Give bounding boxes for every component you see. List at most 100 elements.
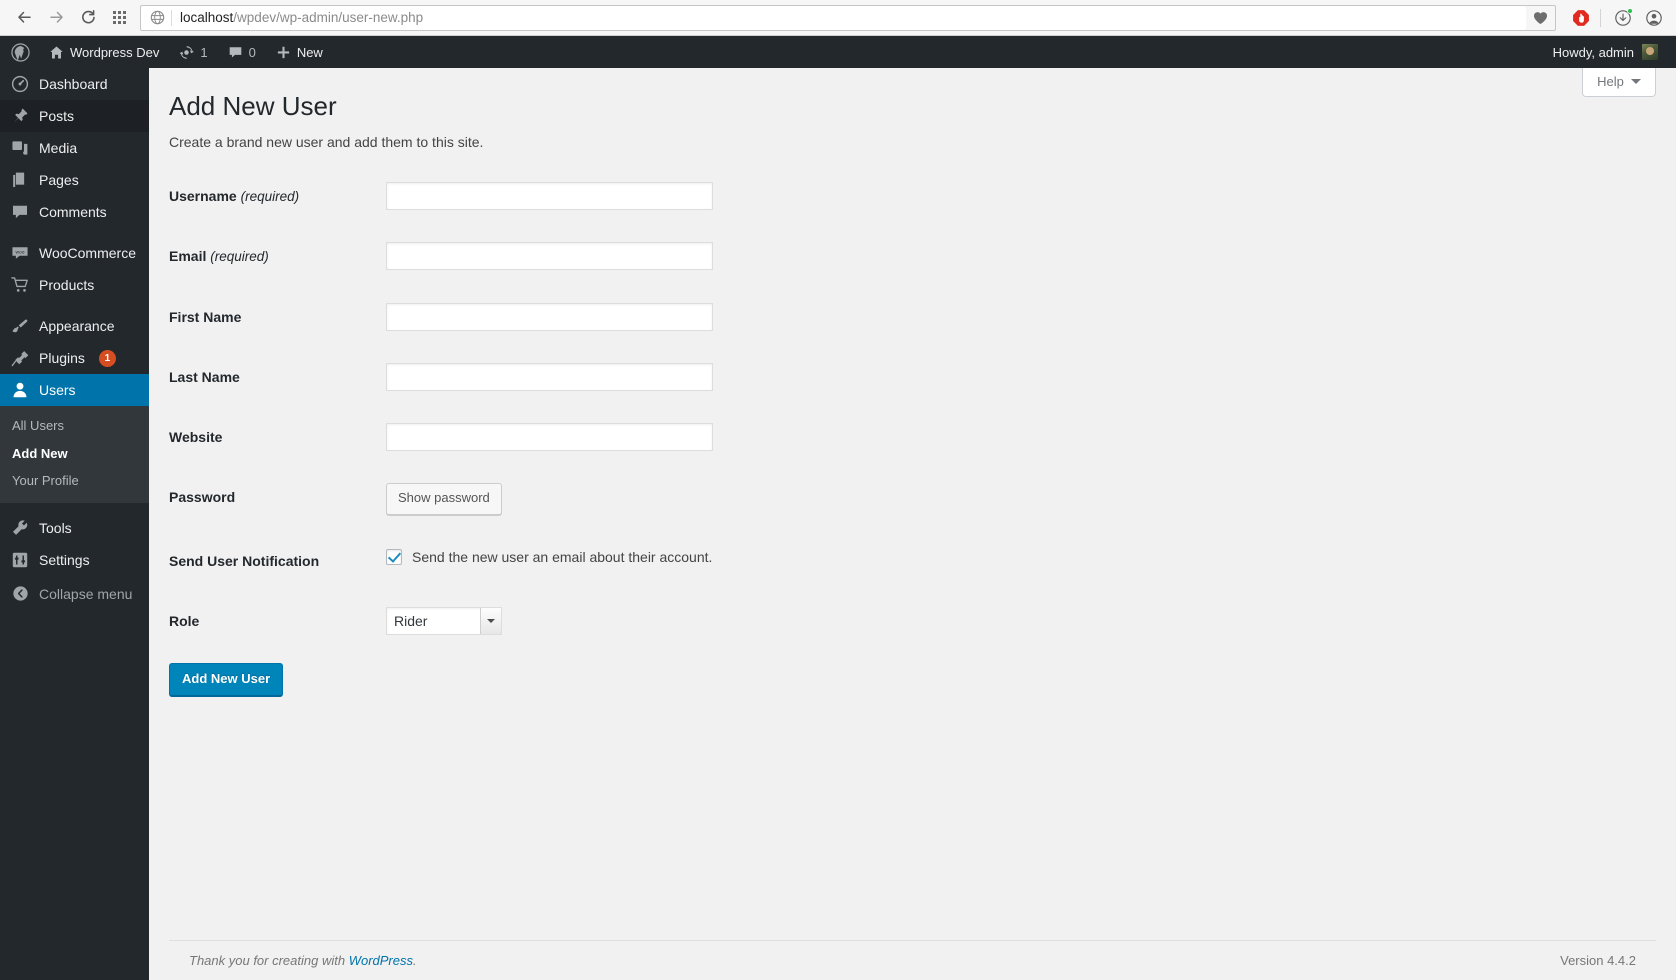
paintbrush-icon xyxy=(10,317,30,335)
collapse-menu-button[interactable]: Collapse menu xyxy=(0,578,149,610)
label-send-user-notification: Send User Notification xyxy=(169,531,376,591)
globe-icon xyxy=(147,8,167,28)
collapse-menu-label: Collapse menu xyxy=(39,585,133,602)
add-new-user-form: Username (required) Email (required) Fir… xyxy=(169,166,723,651)
wrench-icon xyxy=(10,519,30,537)
wordpress-link[interactable]: WordPress xyxy=(349,953,413,968)
footer-version: Version 4.4.2 xyxy=(1560,953,1636,968)
comments-menu[interactable]: 0 xyxy=(218,36,266,68)
sidebar-subitem-all-users[interactable]: All Users xyxy=(0,412,149,440)
form-row-website: Website xyxy=(169,407,723,467)
plus-icon xyxy=(277,46,289,58)
dashboard-icon xyxy=(10,75,30,93)
reload-button[interactable] xyxy=(72,4,104,32)
sidebar-item-comments[interactable]: Comments xyxy=(0,196,149,228)
label-website: Website xyxy=(169,407,376,467)
field-label: Last Name xyxy=(169,369,240,386)
sidebar-separator xyxy=(0,503,149,512)
sidebar-item-dashboard[interactable]: Dashboard xyxy=(0,68,149,100)
downloads-button[interactable] xyxy=(1609,4,1637,32)
chevron-down-icon xyxy=(480,607,501,634)
sidebar-subitem-add-new[interactable]: Add New xyxy=(0,440,149,468)
email-input[interactable] xyxy=(386,242,713,271)
comments-count: 0 xyxy=(248,44,256,60)
sidebar-item-users[interactable]: Users xyxy=(0,374,157,406)
sidebar-separator xyxy=(0,301,149,310)
field-note: (required) xyxy=(240,188,300,204)
adblock-button[interactable] xyxy=(1567,4,1595,32)
form-row-first-name: First Name xyxy=(169,287,723,347)
footer-thanks-prefix: Thank you for creating with xyxy=(189,953,349,968)
apps-grid-icon xyxy=(112,11,126,24)
users-submenu: All Users Add New Your Profile xyxy=(0,406,149,503)
admin-content: Help Add New User Create a brand new use… xyxy=(149,68,1676,980)
profile-button[interactable] xyxy=(1640,4,1668,32)
sidebar-item-appearance[interactable]: Appearance xyxy=(0,310,149,342)
field-label: First Name xyxy=(169,308,242,325)
label-role: Role xyxy=(169,591,376,651)
field-label: Username xyxy=(169,187,237,204)
help-tab-button[interactable]: Help xyxy=(1582,68,1656,97)
show-password-button[interactable]: Show password xyxy=(386,483,502,515)
howdy-label: Howdy, admin xyxy=(1552,44,1634,60)
sidebar-label: Comments xyxy=(39,204,107,220)
user-account-icon xyxy=(1646,9,1662,26)
form-row-email: Email (required) xyxy=(169,226,723,287)
sidebar-item-plugins[interactable]: Plugins 1 xyxy=(0,342,149,374)
sidebar-item-media[interactable]: Media xyxy=(0,132,149,164)
form-row-last-name: Last Name xyxy=(169,347,723,407)
admin-bar-right: Howdy, admin xyxy=(1547,44,1676,60)
my-account-menu[interactable]: Howdy, admin xyxy=(1547,44,1664,60)
sidebar-label: Posts xyxy=(39,108,75,124)
sidebar-item-settings[interactable]: Settings xyxy=(0,544,149,576)
apps-grid-button[interactable] xyxy=(104,4,134,32)
label-email: Email (required) xyxy=(169,226,376,287)
sidebar-label: Dashboard xyxy=(39,76,108,92)
url-divider xyxy=(171,9,172,26)
forward-button[interactable] xyxy=(40,4,72,32)
home-icon xyxy=(50,46,63,58)
form-row-send-notification: Send User Notification Send the new user… xyxy=(169,531,723,591)
site-name-menu[interactable]: Wordpress Dev xyxy=(39,36,169,68)
role-selected-value: Rider xyxy=(394,612,428,629)
form-row-username: Username (required) xyxy=(169,166,723,227)
admin-sidebar-menu: Dashboard Posts Media Pages Comments woo… xyxy=(0,68,157,980)
media-icon xyxy=(10,139,30,157)
send-notification-label: Send the new user an email about their a… xyxy=(412,548,713,565)
last-name-input[interactable] xyxy=(386,363,713,392)
wp-logo-menu[interactable] xyxy=(0,36,39,68)
website-input[interactable] xyxy=(386,423,713,452)
sidebar-item-pages[interactable]: Pages xyxy=(0,164,149,196)
send-notification-row: Send the new user an email about their a… xyxy=(386,547,713,565)
sidebar-item-tools[interactable]: Tools xyxy=(0,512,149,544)
add-new-user-button[interactable]: Add New User xyxy=(169,663,284,696)
help-label: Help xyxy=(1597,74,1624,89)
adblock-stop-icon xyxy=(1573,9,1589,26)
sidebar-item-woocommerce[interactable]: woo WooCommerce xyxy=(0,237,149,269)
label-username: Username (required) xyxy=(169,166,376,227)
url-bar[interactable]: localhost/wpdev/wp-admin/user-new.php xyxy=(140,4,1527,31)
field-label: Email xyxy=(169,248,207,265)
updates-menu[interactable]: 1 xyxy=(169,36,217,68)
label-password: Password xyxy=(169,467,376,530)
first-name-input[interactable] xyxy=(386,302,713,331)
sidebar-item-posts[interactable]: Posts xyxy=(0,100,149,132)
username-input[interactable] xyxy=(386,181,713,210)
new-content-menu[interactable]: New xyxy=(266,36,333,68)
sidebar-subitem-your-profile[interactable]: Your Profile xyxy=(0,467,149,495)
bookmark-button[interactable] xyxy=(1526,4,1556,31)
label-first-name: First Name xyxy=(169,287,376,347)
woocommerce-icon: woo xyxy=(10,244,30,262)
url-path: /wpdev/wp-admin/user-new.php xyxy=(233,10,424,25)
url-text: localhost/wpdev/wp-admin/user-new.php xyxy=(180,10,423,25)
admin-body: Help Add New User Create a brand new use… xyxy=(149,68,1676,940)
back-button[interactable] xyxy=(8,4,40,32)
wordpress-logo-icon xyxy=(11,42,30,62)
sidebar-item-products[interactable]: Products xyxy=(0,269,149,301)
role-select[interactable]: Rider xyxy=(386,606,502,635)
caret-down-icon xyxy=(1630,78,1641,89)
sidebar-label: Users xyxy=(39,382,76,398)
user-icon xyxy=(10,381,30,399)
send-notification-checkbox[interactable] xyxy=(386,548,402,565)
footer-thanks-suffix: . xyxy=(413,953,417,968)
